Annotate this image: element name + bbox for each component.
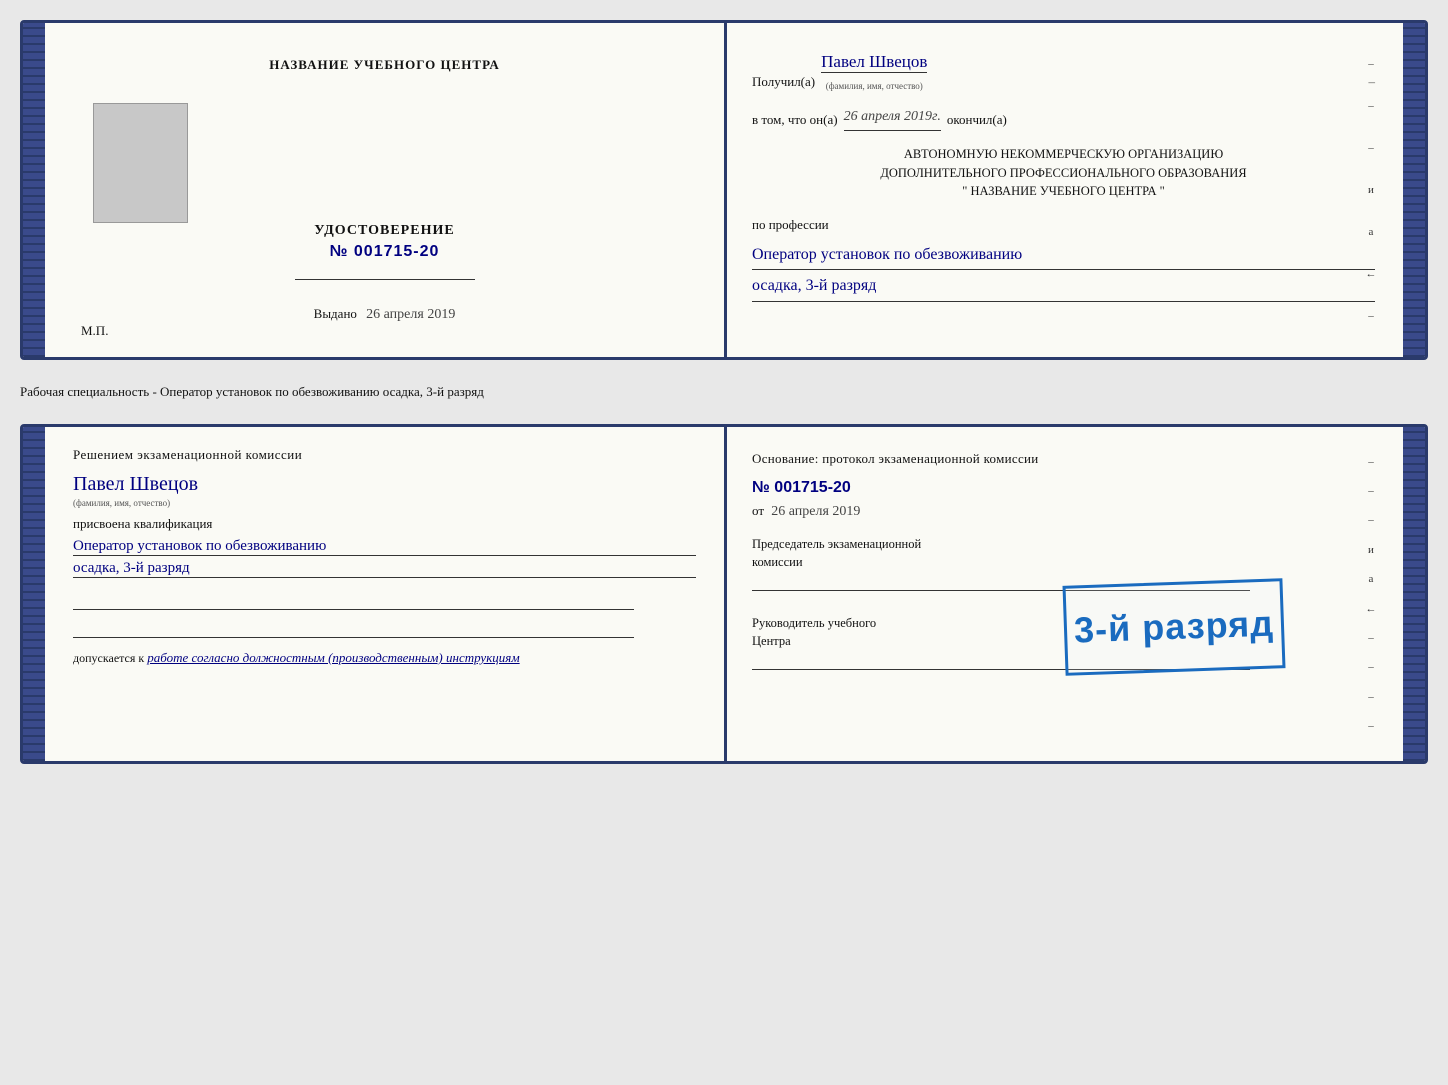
resheniyem-text: Решением экзаменационной комиссии — [73, 447, 696, 463]
predsedatel-line1: Председатель экзаменационной — [752, 536, 1375, 554]
autonomous-line1: АВТОНОМНУЮ НЕКОММЕРЧЕСКУЮ ОРГАНИЗАЦИЮ — [752, 145, 1375, 164]
ot-date-line: от 26 апреля 2019 — [752, 503, 1375, 520]
ot-date-value: 26 апреля 2019 — [771, 504, 860, 519]
top-left-title: НАЗВАНИЕ УЧЕБНОГО ЦЕНТРА — [269, 57, 500, 73]
bottom-document-card: Решением экзаменационной комиссии Павел … — [20, 424, 1428, 764]
vtom-line: в том, что он(а) 26 апреля 2019г. окончи… — [752, 104, 1375, 131]
udostoverenie-number-value: 001715-20 — [354, 243, 440, 260]
right-side-marks-bottom: – – – и а ← – – – – — [1363, 427, 1379, 761]
stamp-overlay: 3-й разряд — [1062, 578, 1285, 676]
spine-right — [1403, 23, 1425, 357]
dopuskaetsya-block: допускается к работе согласно должностны… — [73, 650, 696, 666]
photo-placeholder — [93, 103, 188, 223]
sign-lines-bottom — [73, 590, 696, 638]
spine-left-bottom — [23, 427, 45, 761]
dopuskaetsya-prefix: допускается к — [73, 651, 144, 665]
poluchil-line: Получил(а) Павел Швецов (фамилия, имя, о… — [752, 47, 1375, 94]
number-prefix: № — [330, 243, 349, 260]
bottom-left-page: Решением экзаменационной комиссии Павел … — [45, 427, 724, 761]
page-container: НАЗВАНИЕ УЧЕБНОГО ЦЕНТРА УДОСТОВЕРЕНИЕ №… — [20, 20, 1428, 764]
top-left-page: НАЗВАНИЕ УЧЕБНОГО ЦЕНТРА УДОСТОВЕРЕНИЕ №… — [45, 23, 724, 357]
vydano-label: Выдано — [314, 306, 357, 321]
dopusk-hw: работе согласно должностным (производств… — [147, 650, 519, 665]
po-professii-label: по профессии — [752, 213, 1375, 236]
top-right-content: Получил(а) Павел Швецов (фамилия, имя, о… — [752, 47, 1375, 302]
razryad-hw-top: осадка, 3-й разряд — [752, 272, 1375, 302]
predsedatel-line2: комиссии — [752, 554, 1375, 572]
okoncil-label: окончил(а) — [947, 108, 1007, 131]
spine-left — [23, 23, 45, 357]
ot-prefix: от — [752, 503, 764, 518]
profession-hw-top: Оператор установок по обезвоживанию — [752, 241, 1375, 271]
udostoverenie-number: № 001715-20 — [330, 243, 440, 261]
autonomous-block: АВТОНОМНУЮ НЕКОММЕРЧЕСКУЮ ОРГАНИЗАЦИЮ ДО… — [752, 145, 1375, 201]
sign-line-1 — [73, 590, 634, 610]
stamp-text: 3-й разряд — [1073, 603, 1274, 652]
udostoverenie-label: УДОСТОВЕРЕНИЕ — [314, 223, 454, 239]
sign-line-2 — [73, 618, 634, 638]
fio-subtitle-bottom: (фамилия, имя, отчество) — [73, 498, 696, 508]
osnovanie-title: Основание: протокол экзаменационной коми… — [752, 451, 1375, 467]
autonomous-line3: " НАЗВАНИЕ УЧЕБНОГО ЦЕНТРА " — [752, 182, 1375, 201]
mp-label: М.П. — [81, 323, 108, 339]
prisvoena-text: присвоена квалификация — [73, 516, 696, 532]
separator-text: Рабочая специальность - Оператор установ… — [20, 378, 1428, 406]
vydano-line: Выдано 26 апреля 2019 — [314, 306, 456, 323]
top-document-card: НАЗВАНИЕ УЧЕБНОГО ЦЕНТРА УДОСТОВЕРЕНИЕ №… — [20, 20, 1428, 360]
person-name-bottom: Павел Швецов — [73, 473, 696, 496]
person-name-top: Павел Швецов — [821, 52, 927, 73]
fio-subtitle-top: (фамилия, имя, отчество) — [821, 78, 927, 94]
top-right-page: Получил(а) Павел Швецов (фамилия, имя, о… — [724, 23, 1403, 357]
vtom-date: 26 апреля 2019г. — [844, 104, 941, 131]
protocol-number-prefix: № — [752, 479, 770, 496]
vydano-date: 26 апреля 2019 — [366, 307, 455, 322]
kval-profession-hw: Оператор установок по обезвоживанию — [73, 538, 696, 556]
spine-right-bottom — [1403, 427, 1425, 761]
protocol-number-value: 001715-20 — [774, 479, 851, 496]
vtom-prefix: в том, что он(а) — [752, 108, 838, 131]
right-side-marks: – – – и а ← – — [1363, 23, 1379, 357]
autonomous-line2: ДОПОЛНИТЕЛЬНОГО ПРОФЕССИОНАЛЬНОГО ОБРАЗО… — [752, 164, 1375, 183]
poluchil-prefix: Получил(а) — [752, 70, 815, 93]
protocol-number: № 001715-20 — [752, 479, 1375, 497]
bottom-right-page: Основание: протокол экзаменационной коми… — [724, 427, 1403, 761]
kval-razryad-hw: осадка, 3-й разряд — [73, 560, 696, 578]
